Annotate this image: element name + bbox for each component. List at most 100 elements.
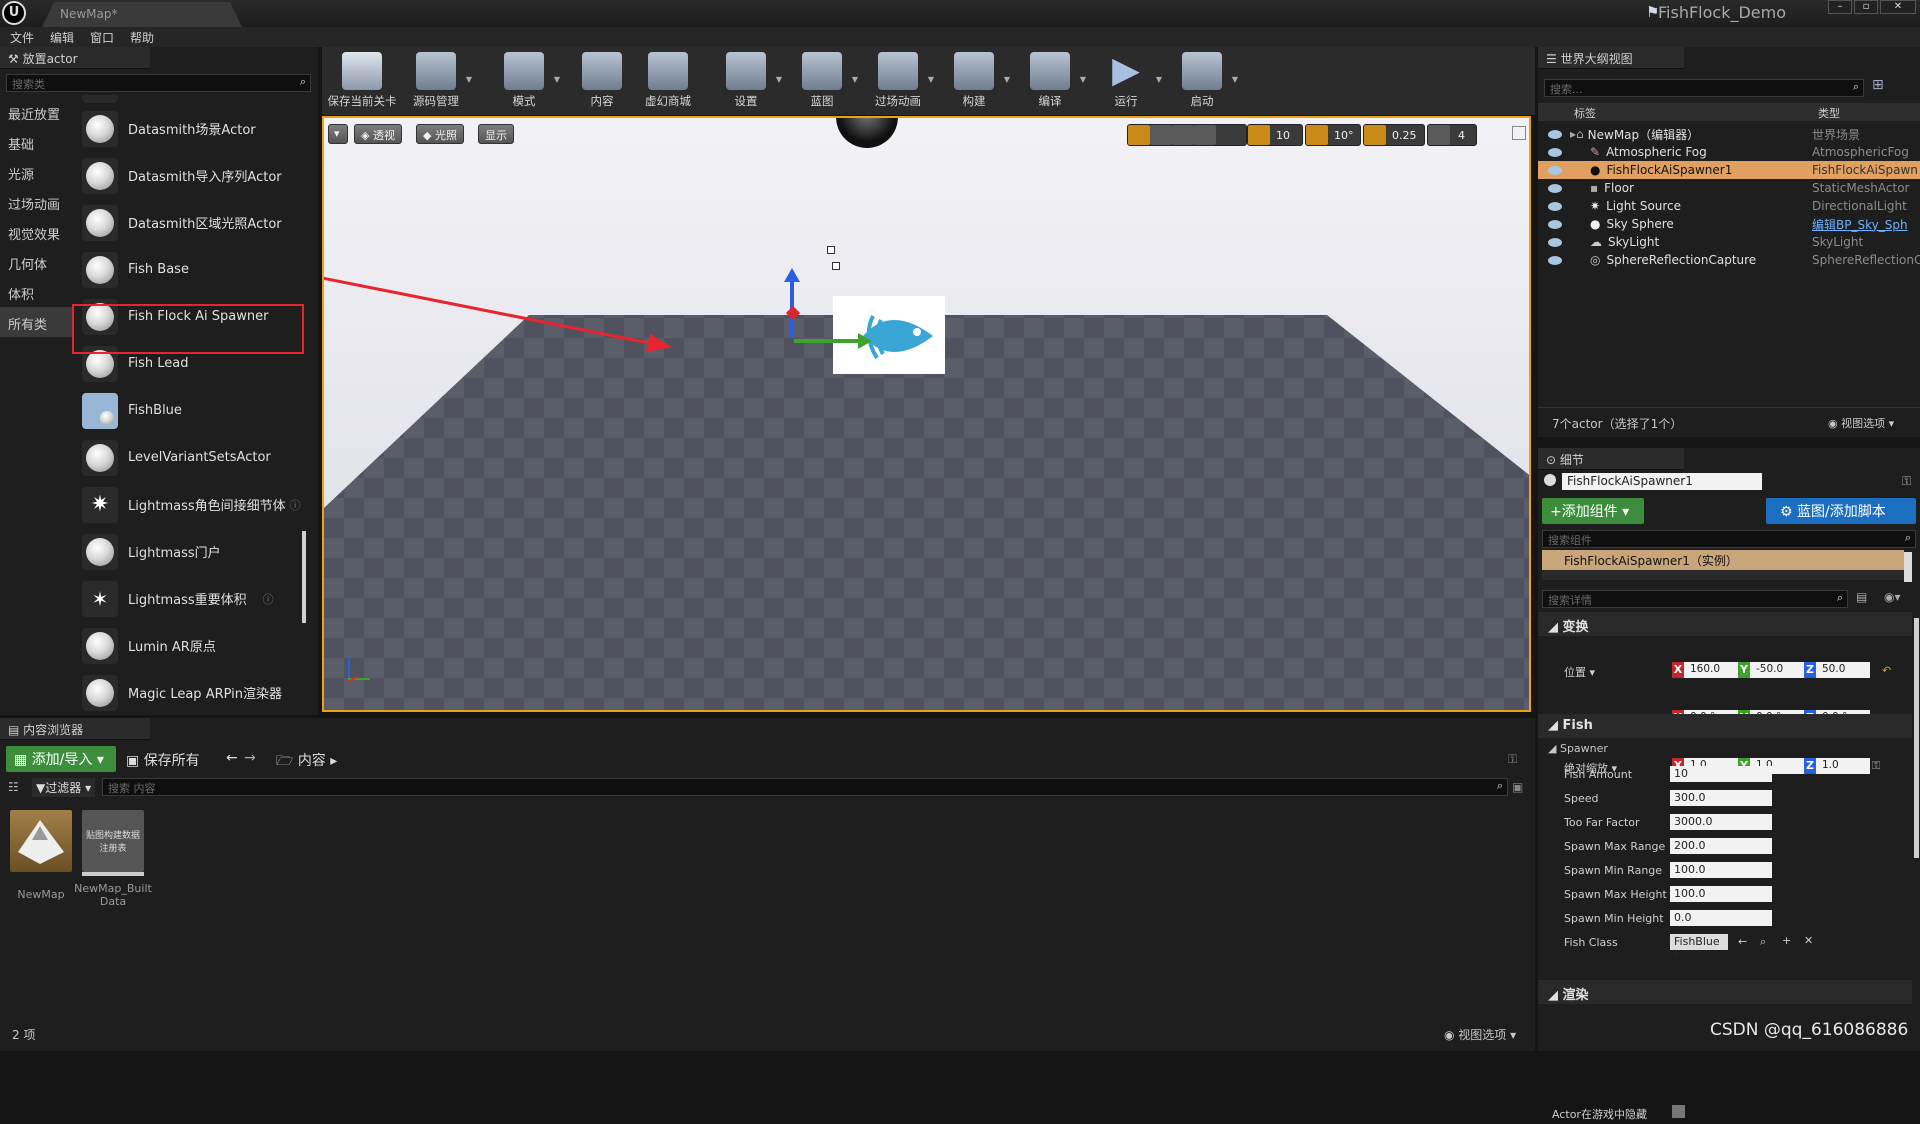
list-item[interactable]: FishBlue [76,387,308,434]
outliner-row[interactable]: ▪ Floor StaticMeshActor [1538,179,1920,197]
content-view-options[interactable]: ◉ 视图选项 ▾ [1444,1026,1516,1043]
list-item[interactable]: Datasmith场景Actor [76,105,308,152]
outliner-row[interactable]: ☁ SkyLight SkyLight [1538,233,1920,251]
eye-icon[interactable] [1548,129,1562,139]
details-tab[interactable]: ⊙ 细节 [1538,448,1684,470]
eye-icon[interactable] [1548,255,1562,265]
fish-section[interactable]: ◢ Fish [1538,714,1912,738]
list-item[interactable]: Fish Base [76,246,308,293]
sources-toggle-icon[interactable]: ☷ [8,780,19,794]
back-icon[interactable]: ← [226,750,238,766]
location-y-field[interactable]: Y -50.0 [1738,662,1804,678]
category-geometry[interactable]: 几何体 [0,247,74,277]
property-value[interactable]: 0.0 [1670,910,1772,926]
actor-name-field[interactable]: FishFlockAiSpawner1 [1562,473,1762,490]
transform-section[interactable]: ◢ 变换 [1538,612,1912,636]
marketplace-button[interactable]: 虚幻商城 [632,47,704,115]
location-x-field[interactable]: X 160.0 [1672,662,1738,678]
menu-file[interactable]: 文件 [10,29,34,46]
eye-icon[interactable]: ◉▾ [1884,590,1901,604]
help-icon[interactable]: ⓘ [290,497,301,513]
hidden-in-game-checkbox[interactable] [1672,1105,1685,1118]
breadcrumb[interactable]: 🗁 内容 ▸ [276,750,337,774]
outliner-view-options[interactable]: ◉ 视图选项 ▾ [1828,415,1894,431]
chevron-down-icon[interactable]: ▼ [554,75,560,84]
minimize-icon[interactable]: – [1828,0,1852,14]
maximize-icon[interactable]: ▫ [1854,0,1878,14]
asset-thumbnail-newmap[interactable] [10,810,72,872]
eye-icon[interactable] [1548,165,1562,175]
outliner-row[interactable]: ✷ Light Source DirectionalLight [1538,197,1920,215]
arrow-left-icon[interactable]: ← [1738,935,1747,948]
menu-help[interactable]: 帮助 [130,29,154,46]
chevron-down-icon[interactable]: ▼ [1080,75,1086,84]
category-basic[interactable]: 基础 [0,127,74,157]
close-icon[interactable]: ✕ [1880,0,1916,14]
content-button[interactable]: 内容 [570,47,634,115]
spawner-section[interactable]: ◢ Spawner [1548,742,1608,755]
play-button[interactable]: ▶ 运行 ▼ [1090,47,1162,115]
chevron-down-icon[interactable]: ▼ [928,75,934,84]
chevron-down-icon[interactable]: ▼ [852,75,858,84]
edit-blueprint-link[interactable]: 编辑BP_Sky_Sph [1812,216,1908,233]
property-value[interactable]: 200.0 [1670,838,1772,854]
property-value[interactable]: 3000.0 [1670,814,1772,830]
scrollbar[interactable] [1914,618,1919,858]
fish-class-dropdown[interactable]: FishBlue ▾ [1670,934,1728,961]
eye-icon[interactable] [1548,183,1562,193]
lock-icon[interactable]: ⚿ [1508,752,1517,767]
list-item[interactable]: ✷ Lightmass角色间接细节体 ⓘ [76,481,308,528]
outliner-row[interactable]: ✎ Atmospheric Fog AtmosphericFog [1538,143,1920,161]
eye-icon[interactable] [1548,219,1562,229]
component-instance-row[interactable]: FishFlockAiSpawner1（实例） [1542,550,1904,570]
add-filter-icon[interactable]: ⊞ [1872,77,1884,93]
forward-icon[interactable]: → [244,750,256,766]
blueprints-button[interactable]: 蓝图 ▼ [786,47,858,115]
list-item[interactable]: Lumin AR原点 [76,622,308,669]
add-component-button[interactable]: +添加组件 ▾ [1542,498,1644,524]
outliner-tab[interactable]: ☰ 世界大纲视图 [1538,47,1684,69]
render-section[interactable]: ◢ 渲染 [1538,980,1912,1004]
add-icon[interactable]: + [1782,934,1791,947]
list-item[interactable]: ✶ Lightmass重要体积 ⓘ [76,575,308,622]
outliner-row[interactable]: ◎ SphereReflectionCapture SphereReflection… [1538,251,1920,269]
content-browser-tab[interactable]: ▤ 内容浏览器 [0,718,150,740]
class-search-input[interactable]: 搜索类 ⌕ [6,74,311,92]
modes-button[interactable]: 模式 ▼ [488,47,560,115]
asset-thumbnail-builtdata[interactable]: 贴图构建数据注册表 [82,810,144,872]
component-search-input[interactable]: 搜索组件 ⌕ [1542,530,1916,548]
document-tab[interactable]: NewMap* [42,2,242,27]
menu-edit[interactable]: 编辑 [50,29,74,46]
cinematics-button[interactable]: 过场动画 ▼ [862,47,934,115]
settings-button[interactable]: 设置 ▼ [710,47,782,115]
outliner-search-input[interactable]: 搜索... ⌕ [1544,79,1864,97]
outliner-row[interactable]: ● Sky Sphere 编辑BP_Sky_Sph [1538,215,1920,233]
list-item[interactable]: Datasmith导入序列Actor [76,152,308,199]
category-visual-effects[interactable]: 视觉效果 [0,217,74,247]
scrollbar[interactable] [302,531,306,623]
blueprint-script-button[interactable]: ⚙ 蓝图/添加脚本 [1766,498,1916,524]
property-value[interactable]: 100.0 [1670,862,1772,878]
location-z-field[interactable]: Z 50.0 [1804,662,1870,678]
eye-icon[interactable] [1548,147,1562,157]
add-import-button[interactable]: ▦ 添加/导入 ▾ [6,746,116,772]
launch-button[interactable]: 启动 ▼ [1166,47,1238,115]
chevron-down-icon[interactable]: ▼ [776,75,782,84]
help-icon[interactable]: ⓘ [263,591,274,607]
scrollbar[interactable] [1904,552,1912,582]
category-lights[interactable]: 光源 [0,157,74,187]
compile-button[interactable]: 编译 ▼ [1014,47,1086,115]
list-item[interactable]: Lightmass门户 [76,528,308,575]
save-level-button[interactable]: 保存当前关卡 [326,47,398,115]
browse-icon[interactable]: ⌕ [1760,935,1766,949]
build-button[interactable]: 构建 ▼ [938,47,1010,115]
outliner-row[interactable]: ▸⌂ NewMap（编辑器） 世界场景 [1538,125,1920,143]
place-actor-tab[interactable]: ⚒ 放置actor [0,47,150,69]
reset-icon[interactable]: ↶ [1882,664,1891,677]
property-value[interactable]: 300.0 [1670,790,1772,806]
label-column-header[interactable]: 标签 [1574,107,1596,120]
chevron-down-icon[interactable]: ▼ [1232,75,1238,84]
chevron-down-icon[interactable]: ▼ [1004,75,1010,84]
details-search-input[interactable]: 搜索详情 ⌕ [1542,590,1848,608]
chevron-down-icon[interactable]: ▼ [466,75,472,84]
